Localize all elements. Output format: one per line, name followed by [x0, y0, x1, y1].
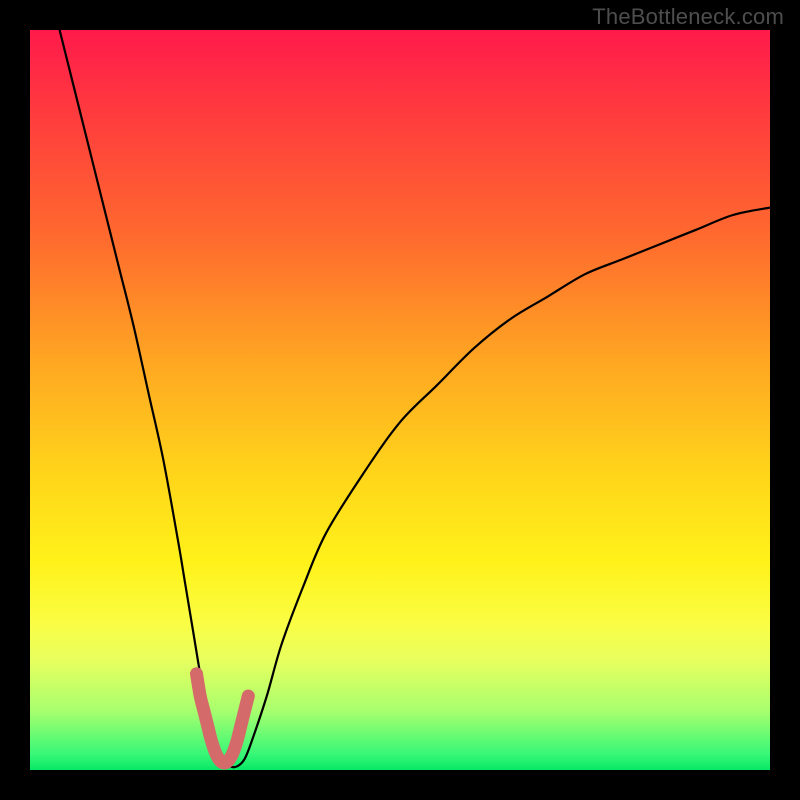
chart-plot-area — [30, 30, 770, 770]
bottleneck-curve-svg — [30, 30, 770, 770]
optimal-zone-path — [197, 674, 249, 763]
watermark-text: TheBottleneck.com — [592, 4, 784, 30]
bottleneck-curve-path — [60, 30, 770, 767]
